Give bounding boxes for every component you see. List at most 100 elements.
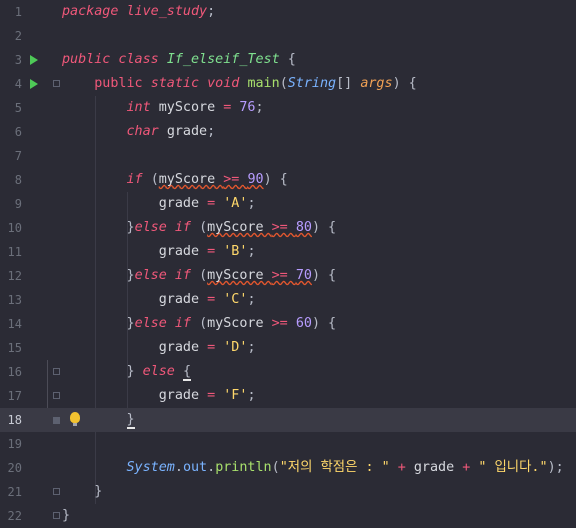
code-token: ;	[247, 292, 256, 307]
code-line[interactable]: 2	[0, 24, 576, 48]
code-token: }	[126, 268, 135, 283]
code-line[interactable]: 21 }	[0, 480, 576, 504]
code-text[interactable]: public static void main(String[] args) {	[62, 72, 417, 96]
code-line[interactable]: 20 System.out.println("저의 학점은 : " + grad…	[0, 456, 576, 480]
code-text[interactable]: }	[62, 408, 135, 432]
line-number[interactable]: 1	[0, 0, 22, 24]
fold-icon[interactable]	[53, 368, 60, 375]
code-token: +	[462, 460, 479, 475]
code-line[interactable]: 15 grade = 'D';	[0, 336, 576, 360]
line-number[interactable]: 9	[0, 192, 22, 216]
code-text[interactable]: }	[62, 504, 70, 528]
line-number[interactable]: 10	[0, 216, 22, 240]
code-token: {	[182, 364, 191, 381]
line-number[interactable]: 18	[0, 408, 22, 432]
line-number[interactable]: 7	[0, 144, 22, 168]
code-token: 80	[295, 220, 312, 235]
fold-icon[interactable]	[53, 488, 60, 495]
code-line[interactable]: 19	[0, 432, 576, 456]
code-text[interactable]: grade = 'C';	[62, 288, 256, 312]
code-line[interactable]: 4 public static void main(String[] args)…	[0, 72, 576, 96]
fold-icon[interactable]	[53, 80, 60, 87]
line-number[interactable]: 16	[0, 360, 22, 384]
line-number[interactable]: 20	[0, 456, 22, 480]
code-token: }	[126, 220, 135, 235]
code-line[interactable]: 14 }else if (myScore >= 60) {	[0, 312, 576, 336]
line-number[interactable]: 6	[0, 120, 22, 144]
code-token: .	[174, 460, 183, 475]
code-line[interactable]: 17 grade = 'F';	[0, 384, 576, 408]
code-line[interactable]: 12 }else if (myScore >= 70) {	[0, 264, 576, 288]
code-line[interactable]: 10 }else if (myScore >= 80) {	[0, 216, 576, 240]
code-token: int	[126, 100, 159, 115]
code-text[interactable]: }else if (myScore >= 70) {	[62, 264, 337, 288]
code-token: grade	[62, 340, 208, 355]
line-number[interactable]: 12	[0, 264, 22, 288]
code-text[interactable]: } else {	[62, 360, 191, 384]
code-token: public class	[62, 52, 167, 67]
code-token: (	[199, 316, 208, 331]
run-icon[interactable]	[30, 55, 38, 65]
line-number[interactable]: 21	[0, 480, 22, 504]
code-text[interactable]: public class If_elseif_Test {	[62, 48, 296, 72]
code-token: ) {	[311, 268, 337, 283]
code-line[interactable]: 8 if (myScore >= 90) {	[0, 168, 576, 192]
code-token: (	[150, 172, 159, 187]
code-text[interactable]: grade = 'B';	[62, 240, 256, 264]
code-text[interactable]: grade = 'F';	[62, 384, 256, 408]
code-text[interactable]: }else if (myScore >= 60) {	[62, 312, 337, 336]
fold-icon[interactable]	[53, 392, 60, 399]
code-token: >=	[271, 268, 296, 283]
code-text[interactable]: grade = 'A';	[62, 192, 256, 216]
code-text[interactable]: char grade;	[62, 120, 216, 144]
code-token: grade	[62, 196, 208, 211]
line-number[interactable]: 4	[0, 72, 22, 96]
code-text[interactable]: grade = 'D';	[62, 336, 256, 360]
code-line[interactable]: 5 int myScore = 76;	[0, 96, 576, 120]
line-number[interactable]: 8	[0, 168, 22, 192]
code-token: }	[62, 508, 71, 523]
line-number[interactable]: 22	[0, 504, 22, 528]
code-line[interactable]: 7	[0, 144, 576, 168]
line-number[interactable]: 3	[0, 48, 22, 72]
code-token: main	[247, 76, 280, 91]
code-text[interactable]: if (myScore >= 90) {	[62, 168, 288, 192]
code-line[interactable]: 16 } else {	[0, 360, 576, 384]
code-text[interactable]: }else if (myScore >= 80) {	[62, 216, 337, 240]
code-token: ;	[247, 196, 256, 211]
code-line[interactable]: 1 package live_study;	[0, 0, 576, 24]
line-number[interactable]: 17	[0, 384, 22, 408]
fold-icon[interactable]	[53, 512, 60, 519]
code-token: 60	[295, 316, 312, 331]
code-token: if	[126, 172, 151, 187]
code-token: myScore	[158, 172, 224, 187]
line-number[interactable]: 15	[0, 336, 22, 360]
code-line[interactable]: 11 grade = 'B';	[0, 240, 576, 264]
line-number[interactable]: 2	[0, 24, 22, 48]
code-text[interactable]: int myScore = 76;	[62, 96, 264, 120]
code-line[interactable]: 13 grade = 'C';	[0, 288, 576, 312]
line-number[interactable]: 19	[0, 432, 22, 456]
line-number[interactable]: 13	[0, 288, 22, 312]
code-text[interactable]: System.out.println("저의 학점은 : " + grade +…	[62, 456, 564, 480]
code-line[interactable]: 6 char grade;	[0, 120, 576, 144]
code-line[interactable]: 22}	[0, 504, 576, 528]
code-text[interactable]: }	[62, 480, 102, 504]
code-text[interactable]: package live_study;	[62, 0, 215, 24]
code-token: (	[271, 460, 280, 475]
line-number[interactable]: 14	[0, 312, 22, 336]
code-token: .	[207, 460, 216, 475]
code-line[interactable]: 9 grade = 'A';	[0, 192, 576, 216]
line-number[interactable]: 11	[0, 240, 22, 264]
fold-icon[interactable]	[53, 417, 60, 424]
line-number[interactable]: 5	[0, 96, 22, 120]
code-token: 'B'	[223, 244, 248, 259]
code-line[interactable]: 3 public class If_elseif_Test {	[0, 48, 576, 72]
run-icon[interactable]	[30, 79, 38, 89]
code-editor[interactable]: 1 package live_study; 2 3 public class If_el…	[0, 0, 576, 525]
code-line[interactable]: 18 }	[0, 408, 576, 432]
code-token: 'F'	[223, 388, 248, 403]
